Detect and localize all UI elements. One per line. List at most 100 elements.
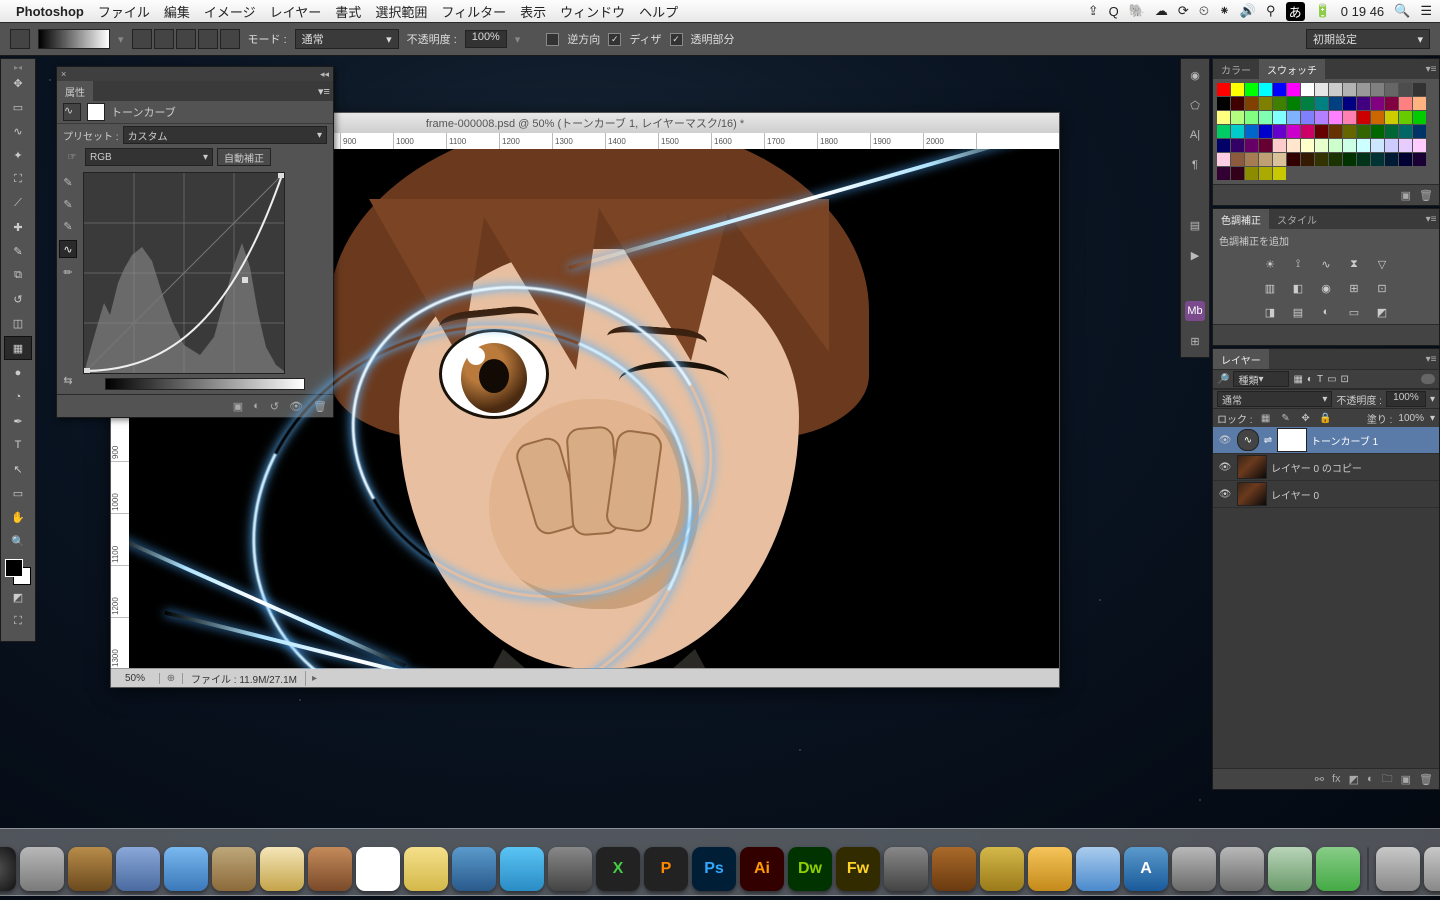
dock-dreamweaver[interactable]: Dw bbox=[788, 847, 832, 891]
dock-quicktime[interactable] bbox=[1076, 847, 1120, 891]
swatch[interactable] bbox=[1315, 97, 1328, 110]
eyedropper-tool[interactable]: ⟋ bbox=[5, 192, 31, 214]
swatch[interactable] bbox=[1413, 153, 1426, 166]
swatch[interactable] bbox=[1371, 111, 1384, 124]
swatch[interactable] bbox=[1315, 153, 1328, 166]
properties-tab[interactable]: 属性 bbox=[57, 81, 93, 101]
dock-app-a[interactable] bbox=[68, 847, 112, 891]
swatch[interactable] bbox=[1231, 83, 1244, 96]
swatch[interactable] bbox=[1287, 153, 1300, 166]
dock-iphoto[interactable] bbox=[1028, 847, 1072, 891]
swatch[interactable] bbox=[1399, 97, 1412, 110]
gradient-linear[interactable] bbox=[132, 29, 152, 49]
menu-image[interactable]: イメージ bbox=[204, 2, 256, 21]
move-tool[interactable]: ✥ bbox=[5, 72, 31, 94]
swatch[interactable] bbox=[1385, 125, 1398, 138]
dock-app-e[interactable]: X bbox=[596, 847, 640, 891]
finger-icon[interactable]: ☞ bbox=[63, 152, 81, 163]
gradient-preview[interactable] bbox=[38, 29, 110, 49]
trans-check[interactable] bbox=[670, 33, 683, 46]
mode-select[interactable]: 通常▾ bbox=[295, 29, 399, 49]
panel-menu-icon[interactable]: ▾≡ bbox=[1423, 59, 1439, 79]
screenmode-toggle[interactable]: ⛶ bbox=[5, 610, 31, 632]
swatch[interactable] bbox=[1399, 139, 1412, 152]
dock-app-f[interactable]: P bbox=[644, 847, 688, 891]
dock-sysprefs[interactable] bbox=[1172, 847, 1216, 891]
swatch[interactable] bbox=[1343, 97, 1356, 110]
lock-all-icon[interactable]: 🔒 bbox=[1319, 411, 1333, 425]
swatch[interactable] bbox=[1329, 125, 1342, 138]
wand-tool[interactable]: ✦ bbox=[5, 144, 31, 166]
swatch[interactable] bbox=[1273, 83, 1286, 96]
status-file[interactable]: ファイル : 11.9M/27.1M bbox=[183, 671, 306, 686]
swatch[interactable] bbox=[1245, 111, 1258, 124]
trash-icon[interactable]: 🗑 bbox=[1419, 189, 1433, 202]
menu-edit[interactable]: 編集 bbox=[164, 2, 190, 21]
swatch[interactable] bbox=[1245, 139, 1258, 152]
tool-preset-icon[interactable] bbox=[10, 29, 30, 49]
adj-lookup-icon[interactable]: ⊡ bbox=[1373, 280, 1391, 296]
adj-thresh-icon[interactable]: ◐ bbox=[1317, 304, 1335, 320]
dock-apple-site[interactable] bbox=[1376, 847, 1420, 891]
dock-app-b[interactable] bbox=[116, 847, 160, 891]
hand-tool[interactable]: ✋ bbox=[5, 506, 31, 528]
swatch[interactable] bbox=[1217, 153, 1230, 166]
sampler-shadow[interactable]: ✎ bbox=[60, 174, 76, 190]
menu-layer[interactable]: レイヤー bbox=[270, 2, 322, 21]
actions-icon[interactable]: ▶ bbox=[1185, 245, 1205, 265]
styles-tab[interactable]: スタイル bbox=[1269, 209, 1325, 229]
panel-handle[interactable]: ▸◂ bbox=[1, 63, 35, 71]
link-layers-icon[interactable]: ⚯ bbox=[1315, 773, 1324, 786]
blend-mode-select[interactable]: 通常▾ bbox=[1217, 391, 1332, 407]
eraser-tool[interactable]: ◫ bbox=[5, 312, 31, 334]
swatch[interactable] bbox=[1273, 125, 1286, 138]
swatch[interactable] bbox=[1343, 153, 1356, 166]
mask-thumb[interactable] bbox=[1277, 428, 1307, 452]
lock-pixel-icon[interactable]: ✎ bbox=[1279, 411, 1293, 425]
workspace-select[interactable]: 初期設定▾ bbox=[1306, 29, 1430, 49]
swatch[interactable] bbox=[1357, 139, 1370, 152]
dock-contacts[interactable] bbox=[308, 847, 352, 891]
adj-sel-icon[interactable]: ◩ bbox=[1373, 304, 1391, 320]
nav-icon[interactable]: ⊞ bbox=[1185, 331, 1205, 351]
swatch[interactable] bbox=[1287, 111, 1300, 124]
dock-photoshop[interactable]: Ps bbox=[692, 847, 736, 891]
filter-pixel-icon[interactable]: ▦ bbox=[1293, 374, 1302, 385]
stamp-tool[interactable]: ⧉ bbox=[5, 264, 31, 286]
dock-app-i[interactable] bbox=[980, 847, 1024, 891]
panel-menu-icon[interactable]: ▾≡ bbox=[1423, 209, 1439, 229]
wifi-icon[interactable]: ⚲ bbox=[1266, 3, 1276, 19]
swatch[interactable] bbox=[1399, 125, 1412, 138]
gradient-tool[interactable]: ▦ bbox=[4, 336, 32, 360]
swatch[interactable] bbox=[1399, 153, 1412, 166]
app-name[interactable]: Photoshop bbox=[16, 4, 84, 19]
panel-menu-icon[interactable]: ▾≡ bbox=[1423, 349, 1439, 369]
timemachine-icon[interactable]: ⏲ bbox=[1199, 3, 1209, 19]
swatch[interactable] bbox=[1315, 83, 1328, 96]
menu-type[interactable]: 書式 bbox=[335, 2, 361, 21]
clock[interactable]: 0 19 46 bbox=[1341, 4, 1384, 19]
sync-icon[interactable]: ⟳ bbox=[1178, 3, 1189, 19]
swatch[interactable] bbox=[1329, 111, 1342, 124]
swatch[interactable] bbox=[1259, 111, 1272, 124]
status-flyout[interactable]: ▸ bbox=[306, 673, 323, 684]
swatch[interactable] bbox=[1273, 153, 1286, 166]
dropbox-icon[interactable]: ⇪ bbox=[1088, 3, 1099, 19]
swatch[interactable] bbox=[1217, 97, 1230, 110]
swatch[interactable] bbox=[1413, 83, 1426, 96]
swatch[interactable] bbox=[1259, 125, 1272, 138]
dock-calendar[interactable]: 4 bbox=[356, 847, 400, 891]
zoom-tool[interactable]: 🔍 bbox=[5, 530, 31, 552]
swatch[interactable] bbox=[1315, 111, 1328, 124]
volume-icon[interactable]: 🔊 bbox=[1240, 3, 1256, 19]
status-icon-q[interactable]: Q bbox=[1109, 4, 1119, 19]
reverse-check[interactable] bbox=[546, 33, 559, 46]
trash-icon[interactable]: 🗑 bbox=[313, 400, 327, 413]
swatch[interactable] bbox=[1413, 111, 1426, 124]
swatch[interactable] bbox=[1273, 139, 1286, 152]
opacity-input[interactable]: 100% bbox=[465, 30, 507, 48]
swatch[interactable] bbox=[1231, 125, 1244, 138]
dock-reminders[interactable] bbox=[260, 847, 304, 891]
dock-app-d[interactable] bbox=[548, 847, 592, 891]
swatch[interactable] bbox=[1273, 167, 1286, 180]
